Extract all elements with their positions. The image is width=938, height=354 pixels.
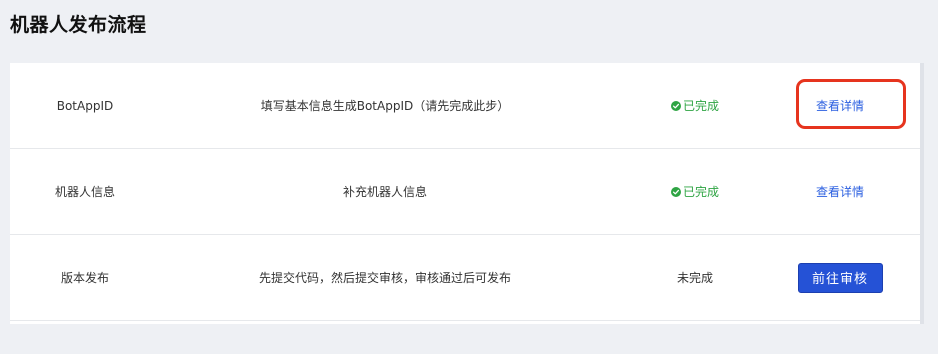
check-circle-icon <box>670 100 681 111</box>
step-status: 未完成 <box>630 235 760 320</box>
view-details-button[interactable]: 查看详情 <box>816 183 864 200</box>
step-action: 前往审核 <box>760 235 920 320</box>
step-action: 查看详情 <box>760 149 920 234</box>
step-status-label: 已完成 <box>682 185 719 199</box>
table-row: BotAppID 填写基本信息生成BotAppID（请先完成此步） 已完成 查看… <box>10 63 920 149</box>
step-status: 已完成 <box>630 149 760 234</box>
step-name: 机器人信息 <box>54 185 115 199</box>
publish-steps-table: BotAppID 填写基本信息生成BotAppID（请先完成此步） 已完成 查看… <box>10 63 920 324</box>
table-row: 机器人信息 补充机器人信息 已完成 查看详情 <box>10 149 920 235</box>
step-description: 先提交代码，然后提交审核，审核通过后可发布 <box>258 271 511 285</box>
step-description: 补充机器人信息 <box>342 185 427 199</box>
scrollbar-track[interactable] <box>920 63 924 324</box>
view-details-button[interactable]: 查看详情 <box>816 97 864 114</box>
step-status-label: 未完成 <box>676 271 713 285</box>
step-name: 版本发布 <box>60 271 109 285</box>
check-circle-icon <box>670 186 681 197</box>
step-status: 已完成 <box>630 63 760 148</box>
step-action: 查看详情 <box>760 63 920 148</box>
table-row: 版本发布 先提交代码，然后提交审核，审核通过后可发布 未完成 前往审核 <box>10 235 920 321</box>
step-status-label: 已完成 <box>682 99 719 113</box>
go-to-review-button[interactable]: 前往审核 <box>797 262 883 293</box>
page-title: 机器人发布流程 <box>10 14 147 36</box>
step-name: BotAppID <box>56 98 114 113</box>
step-description: 填写基本信息生成BotAppID（请先完成此步） <box>260 99 510 113</box>
